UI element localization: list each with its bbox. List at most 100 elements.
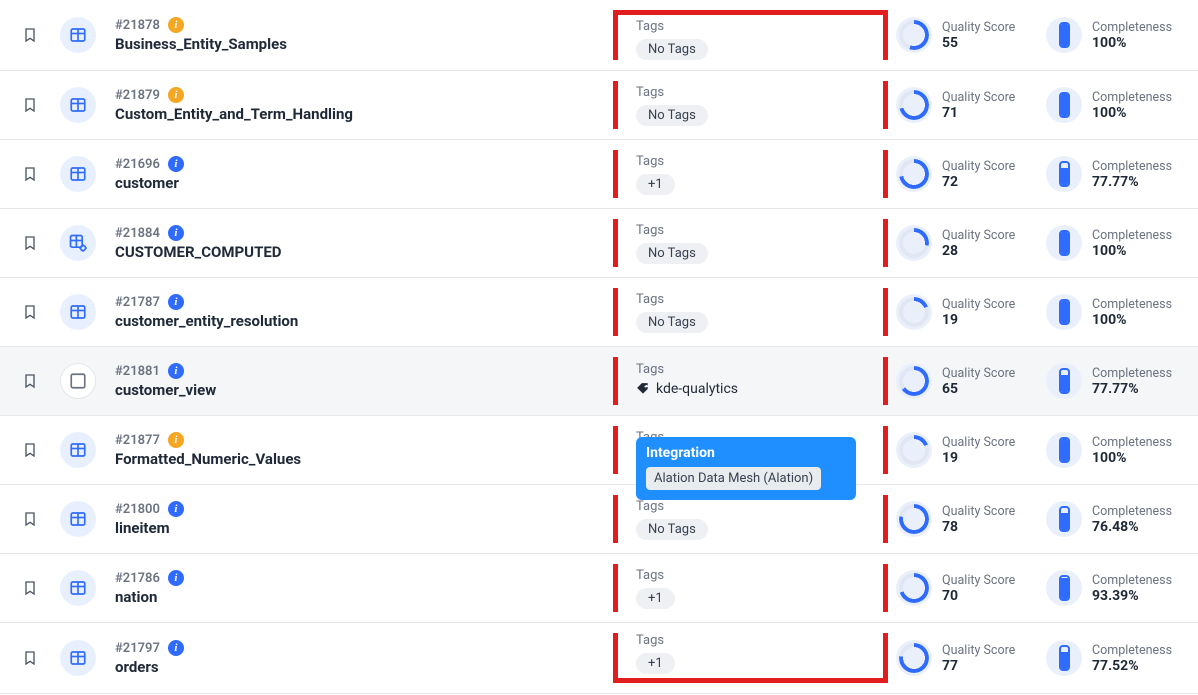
info-icon[interactable]: i	[168, 570, 184, 586]
info-icon[interactable]: i	[168, 225, 184, 241]
tags-cell: Tags No Tags	[613, 495, 888, 543]
completeness-cell: Completeness77.77%	[1038, 156, 1198, 192]
tags-cell: Tags kde-qualyticsIntegrationAlation Dat…	[613, 357, 888, 405]
bookmark-icon[interactable]	[22, 302, 38, 322]
name-cell[interactable]: #21696icustomer	[115, 156, 613, 192]
entity-name[interactable]: Custom_Entity_and_Term_Handling	[115, 105, 603, 123]
info-icon[interactable]: i	[168, 294, 184, 310]
quality-cell: Quality Score19	[888, 294, 1038, 330]
completeness-cell: Completeness76.48%	[1038, 501, 1198, 537]
entity-name[interactable]: customer_entity_resolution	[115, 312, 603, 330]
info-icon[interactable]: i	[168, 501, 184, 517]
completeness-cell: Completeness100%	[1038, 432, 1198, 468]
quality-cell: Quality Score78	[888, 501, 1038, 537]
tag-item[interactable]: kde-qualytics	[636, 381, 738, 397]
table-icon[interactable]	[60, 570, 96, 606]
entity-name[interactable]: Formatted_Numeric_Values	[115, 450, 603, 468]
tags-cell: TagsNo Tags	[613, 10, 888, 60]
bookmark-icon[interactable]	[22, 164, 38, 184]
bookmark-cell	[0, 164, 60, 184]
bookmark-icon[interactable]	[22, 648, 38, 668]
bookmark-icon[interactable]	[22, 371, 38, 391]
completeness-value: 77.77%	[1092, 174, 1172, 190]
name-cell[interactable]: #21884 i CUSTOMER_COMPUTED	[115, 225, 613, 261]
quality-cell: Quality Score70	[888, 570, 1038, 606]
entity-name[interactable]: customer_view	[115, 381, 603, 399]
name-cell[interactable]: #21786ination	[115, 570, 613, 606]
name-cell[interactable]: #21879iCustom_Entity_and_Term_Handling	[115, 87, 613, 123]
bookmark-icon[interactable]	[22, 95, 38, 115]
table-icon[interactable]	[60, 87, 96, 123]
bookmark-cell	[0, 440, 60, 460]
tag-count-chip[interactable]: +1	[636, 588, 675, 609]
tag-count-chip[interactable]: +1	[636, 653, 675, 674]
table-row[interactable]: #21787icustomer_entity_resolutionTagsNo …	[0, 278, 1198, 347]
completeness-value: 100%	[1092, 105, 1172, 121]
entity-id: #21884	[115, 226, 160, 241]
entity-name[interactable]: Business_Entity_Samples	[115, 35, 603, 53]
quality-value: 28	[942, 243, 1015, 259]
table-icon[interactable]	[60, 432, 96, 468]
tags-cell: TagsNo Tags	[613, 219, 888, 267]
name-cell[interactable]: #21878iBusiness_Entity_Samples	[115, 17, 613, 53]
info-icon[interactable]: i	[168, 156, 184, 172]
table-row[interactable]: #21881icustomer_viewTags kde-qualyticsIn…	[0, 347, 1198, 416]
bookmark-cell	[0, 648, 60, 668]
name-cell[interactable]: #21800 i lineitem	[115, 501, 613, 537]
info-icon[interactable]: i	[168, 363, 184, 379]
table-row[interactable]: #21879iCustom_Entity_and_Term_HandlingTa…	[0, 71, 1198, 140]
info-icon[interactable]: i	[168, 432, 184, 448]
name-cell[interactable]: #21877iFormatted_Numeric_Values	[115, 432, 613, 468]
info-icon[interactable]: i	[168, 17, 184, 33]
tags-cell: TagsNo Tags	[613, 81, 888, 129]
entity-id: #21800	[115, 502, 160, 517]
quality-label: Quality Score	[942, 297, 1015, 312]
quality-cell: Quality Score77	[888, 640, 1038, 676]
entity-name[interactable]: orders	[115, 658, 603, 676]
table-row[interactable]: #21877iFormatted_Numeric_ValuesTagsNo Ta…	[0, 416, 1198, 485]
entity-name[interactable]: lineitem	[115, 519, 603, 537]
bookmark-icon[interactable]	[22, 509, 38, 529]
quality-ring-icon	[896, 570, 932, 606]
entity-name[interactable]: customer	[115, 174, 603, 192]
quality-value: 19	[942, 450, 1015, 466]
table-row[interactable]: #21800 i lineitem Tags No Tags Quality Score7…	[0, 485, 1198, 554]
completeness-cell: Completeness93.39%	[1038, 570, 1198, 606]
entity-name[interactable]: nation	[115, 588, 603, 606]
table-icon[interactable]	[60, 156, 96, 192]
view-icon[interactable]	[60, 363, 96, 399]
name-cell[interactable]: #21881icustomer_view	[115, 363, 613, 399]
quality-value: 77	[942, 658, 1015, 674]
table-row[interactable]: #21878iBusiness_Entity_SamplesTagsNo Tag…	[0, 0, 1198, 71]
table-row[interactable]: #21786inationTags+1Quality Score70Comple…	[0, 554, 1198, 623]
quality-cell: Quality Score71	[888, 87, 1038, 123]
table-row[interactable]: #21797iordersTags+1Quality Score77Comple…	[0, 623, 1198, 694]
tag-count-chip[interactable]: +1	[636, 174, 675, 195]
completeness-cylinder-icon	[1046, 640, 1082, 676]
name-cell[interactable]: #21787icustomer_entity_resolution	[115, 294, 613, 330]
bookmark-icon[interactable]	[22, 440, 38, 460]
tooltip-chip: Alation Data Mesh (Alation)	[646, 467, 821, 490]
computed-table-icon[interactable]	[60, 225, 96, 261]
table-icon[interactable]	[60, 294, 96, 330]
bookmark-icon[interactable]	[22, 578, 38, 598]
entity-name[interactable]: CUSTOMER_COMPUTED	[115, 243, 603, 261]
name-cell[interactable]: #21797iorders	[115, 640, 613, 676]
quality-cell: Quality Score55	[888, 17, 1038, 53]
no-tags-chip: No Tags	[636, 519, 708, 540]
table-icon[interactable]	[60, 501, 96, 537]
table-row[interactable]: #21884iCUSTOMER_COMPUTEDTagsNo TagsQuali…	[0, 209, 1198, 278]
tags-label: Tags	[636, 499, 865, 514]
tags-label: Tags	[636, 362, 865, 377]
table-icon[interactable]	[60, 640, 96, 676]
bookmark-icon[interactable]	[22, 233, 38, 253]
table-row[interactable]: #21696icustomerTags+1Quality Score72Comp…	[0, 140, 1198, 209]
info-icon[interactable]: i	[168, 640, 184, 656]
completeness-value: 77.77%	[1092, 381, 1172, 397]
info-icon[interactable]: i	[168, 87, 184, 103]
type-icon-cell	[60, 294, 115, 330]
table-icon[interactable]	[60, 17, 96, 53]
bookmark-icon[interactable]	[22, 25, 38, 45]
tags-label: Tags	[636, 568, 865, 583]
bookmark-cell	[0, 233, 60, 253]
